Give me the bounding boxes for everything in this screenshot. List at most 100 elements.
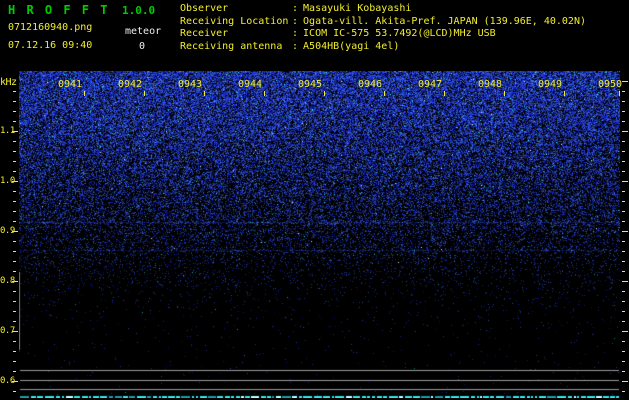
axis-tick (13, 161, 16, 162)
axis-tick (13, 301, 16, 302)
axis-tick (622, 181, 628, 182)
axis-tick (13, 311, 16, 312)
info-row-receiver: Receiver: ICOM IC-575 53.7492(@LCD)MHz US… (180, 28, 586, 41)
time-label-0942: 0942 (118, 79, 143, 90)
axis-tick (622, 171, 625, 172)
axis-tick (504, 91, 505, 96)
info-value: A504HB(yagi 4el) (303, 40, 400, 52)
axis-tick (622, 391, 625, 392)
axis-tick (619, 91, 620, 96)
axis-tick (12, 331, 18, 332)
axis-tick (622, 191, 625, 192)
colon: : (292, 40, 299, 52)
info-label: Receiving antenna (180, 40, 283, 52)
axis-tick (13, 91, 16, 92)
info-label: Receiver (180, 28, 229, 39)
axis-tick (622, 111, 625, 112)
app-version: 1.0.0 (122, 4, 156, 17)
axis-tick (622, 381, 628, 382)
axis-tick (622, 251, 625, 252)
axis-tick (13, 271, 16, 272)
axis-tick (622, 301, 625, 302)
axis-tick (622, 351, 625, 352)
axis-tick (13, 191, 16, 192)
info-row-observer: Observer: Masayuki Kobayashi (180, 3, 586, 16)
axis-tick (13, 221, 16, 222)
axis-tick (622, 91, 625, 92)
axis-tick (13, 241, 16, 242)
axis-tick (622, 211, 625, 212)
time-label-0941: 0941 (58, 79, 83, 90)
hrofft-app-window: H R O F F T 1.0.0 0712160940.png meteor … (0, 0, 629, 400)
axis-tick (13, 101, 16, 102)
axis-tick (622, 281, 628, 282)
axis-tick (622, 371, 625, 372)
axis-tick (622, 241, 625, 242)
axis-tick (324, 91, 325, 96)
axis-tick (13, 371, 16, 372)
axis-tick (13, 361, 16, 362)
axis-tick (13, 211, 16, 212)
meteor-count: 0 (139, 41, 146, 52)
time-label-0948: 0948 (478, 79, 503, 90)
axis-tick (444, 91, 445, 96)
axis-tick (622, 321, 625, 322)
axis-tick (204, 91, 205, 96)
axis-tick (622, 151, 625, 152)
axis-tick (564, 91, 565, 96)
info-label: Receiving Location (180, 15, 289, 27)
info-value: Ogata-vill. Akita-Pref. JAPAN (139.96E, … (303, 15, 586, 27)
axis-tick (622, 201, 625, 202)
axis-tick (622, 271, 625, 272)
y-axis-unit-label: kHz (0, 77, 17, 88)
axis-tick (264, 91, 265, 96)
info-row-location: Receiving Location: Ogata-vill. Akita-Pre… (180, 16, 586, 29)
axis-tick (13, 111, 16, 112)
axis-tick (622, 291, 625, 292)
time-label-0950: 0950 (598, 79, 623, 90)
axis-tick (13, 121, 16, 122)
axis-tick (12, 231, 18, 232)
time-label-0943: 0943 (178, 79, 203, 90)
meteor-mode-label: meteor (125, 26, 162, 37)
axis-tick (12, 381, 18, 382)
axis-tick (13, 171, 16, 172)
axis-tick (622, 331, 628, 332)
info-value: ICOM IC-575 53.7492(@LCD)MHz USB (303, 28, 496, 39)
time-label-0946: 0946 (358, 79, 383, 90)
axis-tick (13, 351, 16, 352)
axis-tick (622, 101, 625, 102)
axis-tick (13, 141, 16, 142)
axis-tick (144, 91, 145, 96)
axis-tick (84, 91, 85, 96)
info-label: Observer (180, 3, 229, 14)
axis-tick (622, 221, 625, 222)
axis-tick (384, 91, 385, 96)
axis-tick (13, 321, 16, 322)
axis-tick (622, 361, 625, 362)
axis-tick (12, 281, 18, 282)
axis-tick (622, 81, 628, 82)
axis-tick (13, 151, 16, 152)
app-title: H R O F F T (8, 3, 110, 17)
time-label-0945: 0945 (298, 79, 323, 90)
colon: : (292, 3, 299, 14)
output-filename: 0712160940.png (8, 22, 93, 33)
time-label-0947: 0947 (418, 79, 443, 90)
colon: : (292, 28, 299, 39)
axis-tick (622, 161, 625, 162)
axis-tick (622, 121, 625, 122)
axis-tick (13, 201, 16, 202)
axis-tick (12, 181, 18, 182)
time-label-0949: 0949 (538, 79, 563, 90)
axis-tick (13, 261, 16, 262)
axis-tick (13, 391, 16, 392)
datetime-label: 07.12.16 09:40 (8, 40, 93, 51)
axis-tick (622, 261, 625, 262)
spectrogram-canvas (19, 71, 620, 398)
observation-info: Observer: Masayuki Kobayashi Receiving Lo… (180, 3, 586, 53)
axis-tick (622, 341, 625, 342)
axis-tick (622, 131, 628, 132)
colon: : (292, 15, 299, 27)
axis-tick (622, 231, 628, 232)
